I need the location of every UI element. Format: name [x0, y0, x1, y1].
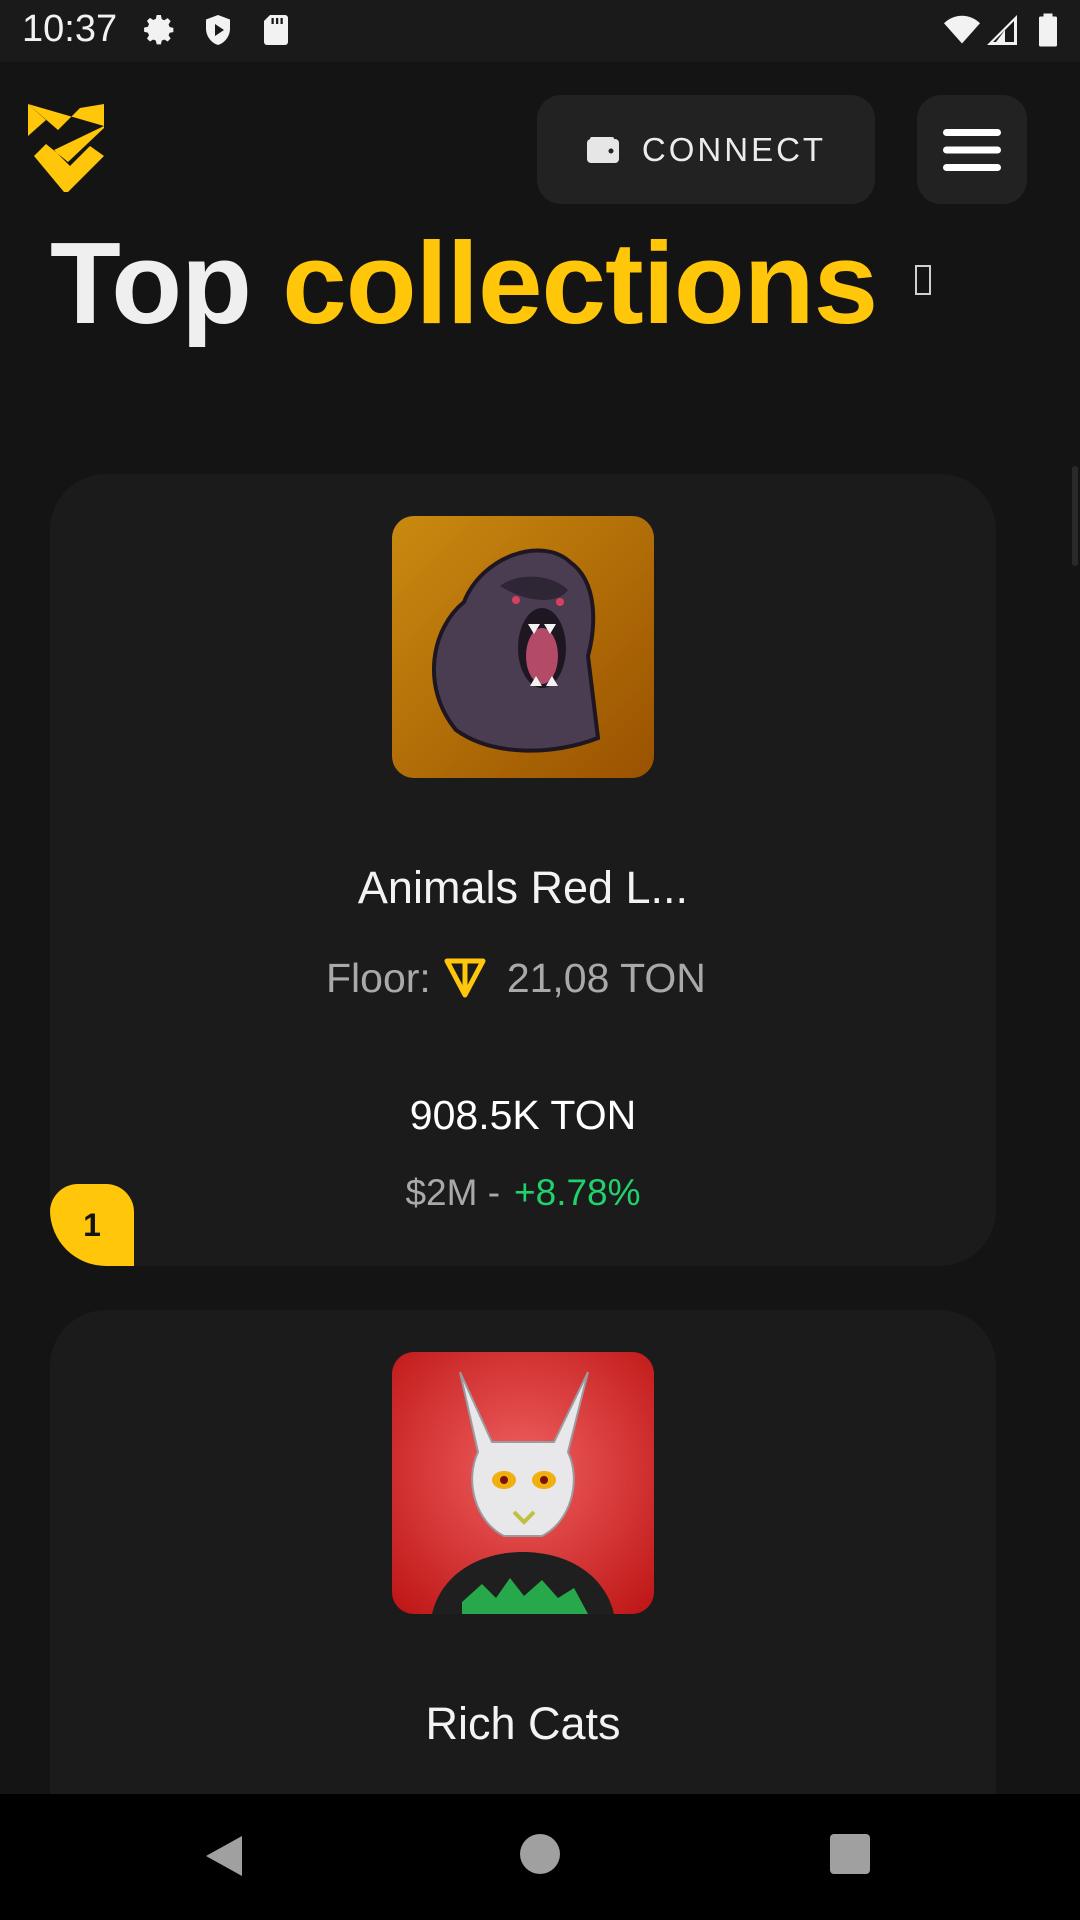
- missing-glyph-icon: [915, 265, 931, 295]
- collection-volume: 908.5K TON: [409, 1092, 637, 1138]
- collection-card[interactable]: Animals Red L... Floor: 21,08 TON 908.5K…: [50, 474, 996, 1266]
- back-icon[interactable]: [204, 1834, 244, 1878]
- collection-name: Animals Red L...: [357, 862, 689, 913]
- floor-price: Floor: 21,08 TON: [326, 948, 706, 1008]
- menu-button[interactable]: [917, 95, 1027, 204]
- sd-card-icon: [264, 15, 288, 45]
- battery-icon: [1039, 13, 1057, 47]
- system-nav-bar: [0, 1794, 1080, 1920]
- gorilla-avatar: [392, 516, 654, 778]
- cat-avatar: [392, 1352, 654, 1614]
- title-word-collections: collections: [282, 218, 878, 348]
- collection-thumbnail: [392, 516, 654, 778]
- change-percent: +8.78%: [514, 1172, 641, 1213]
- collection-thumbnail: [392, 1352, 654, 1614]
- rank-badge: 1: [50, 1184, 134, 1266]
- connect-wallet-button[interactable]: CONNECT: [537, 95, 875, 204]
- scroll-indicator[interactable]: [1072, 466, 1078, 566]
- gear-icon: [144, 15, 174, 45]
- title-word-top: Top: [50, 218, 252, 348]
- wallet-icon: [586, 136, 619, 163]
- wifi-icon: [944, 15, 980, 44]
- usd-change-row: $2M - +8.78%: [50, 1172, 996, 1214]
- status-bar: 10:37: [0, 0, 1080, 62]
- status-time: 10:37: [22, 8, 118, 50]
- connect-label: CONNECT: [641, 130, 827, 168]
- shield-play-icon: [206, 15, 230, 45]
- recents-icon[interactable]: [830, 1834, 870, 1874]
- page-title: Top collections: [50, 218, 878, 348]
- home-icon[interactable]: [520, 1834, 560, 1874]
- brand-logo[interactable]: [24, 100, 108, 196]
- usd-value: $2M -: [405, 1172, 501, 1213]
- signal-icon: [987, 15, 1017, 45]
- floor-label: Floor:: [326, 954, 431, 1001]
- ton-icon: [444, 958, 486, 998]
- collection-name: Rich Cats: [425, 1698, 621, 1749]
- floor-value: 21,08 TON: [506, 954, 706, 1001]
- hamburger-menu-icon: [943, 128, 1001, 171]
